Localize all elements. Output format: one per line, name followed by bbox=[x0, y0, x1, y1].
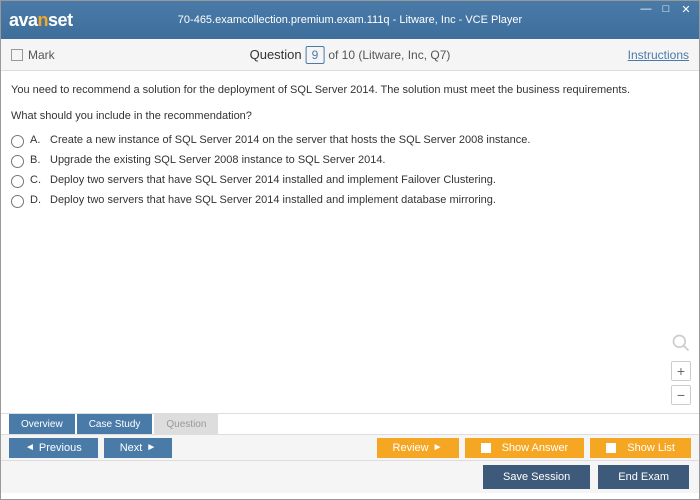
option-a-label: A. Create a new instance of SQL Server 2… bbox=[30, 134, 530, 146]
instructions-link[interactable]: Instructions bbox=[628, 48, 689, 62]
review-label: Review bbox=[393, 442, 429, 454]
next-label: Next bbox=[120, 442, 143, 454]
logo-prefix: ava bbox=[9, 10, 38, 30]
option-d-text: Deploy two servers that have SQL Server … bbox=[50, 194, 496, 206]
tab-question[interactable]: Question bbox=[154, 414, 218, 434]
logo-suffix: set bbox=[48, 10, 73, 30]
show-answer-button[interactable]: Show Answer bbox=[465, 438, 585, 458]
mark-label: Mark bbox=[28, 48, 55, 62]
nav-bar: ◄Previous Next► Review► Show Answer Show… bbox=[1, 435, 699, 461]
options-list: A. Create a new instance of SQL Server 2… bbox=[11, 134, 689, 208]
close-icon[interactable]: ✕ bbox=[679, 3, 693, 16]
option-a-letter: A. bbox=[30, 134, 44, 146]
question-number: 9 bbox=[306, 46, 325, 64]
previous-button[interactable]: ◄ Previous bbox=[9, 438, 98, 458]
window-title: 70-465.examcollection.premium.exam.111q … bbox=[178, 14, 522, 26]
bottom-bar: Save Session End Exam bbox=[1, 461, 699, 493]
search-icon[interactable] bbox=[671, 333, 691, 353]
tab-bar: Overview Case Study Question bbox=[1, 413, 699, 435]
option-d: D. Deploy two servers that have SQL Serv… bbox=[11, 194, 689, 208]
zoom-out-button[interactable]: − bbox=[671, 385, 691, 405]
option-d-radio[interactable] bbox=[11, 195, 24, 208]
option-b: B. Upgrade the existing SQL Server 2008 … bbox=[11, 154, 689, 168]
option-d-letter: D. bbox=[30, 194, 44, 206]
show-list-button[interactable]: Show List bbox=[590, 438, 691, 458]
review-button[interactable]: Review ► bbox=[377, 438, 459, 458]
minimize-icon[interactable]: — bbox=[639, 3, 653, 16]
option-c-label: C. Deploy two servers that have SQL Serv… bbox=[30, 174, 496, 186]
end-exam-button[interactable]: End Exam bbox=[598, 465, 689, 489]
tab-case-study[interactable]: Case Study bbox=[77, 414, 153, 434]
option-c-radio[interactable] bbox=[11, 175, 24, 188]
option-c-text: Deploy two servers that have SQL Server … bbox=[50, 174, 496, 186]
question-of: of 10 (Litware, Inc, Q7) bbox=[328, 48, 450, 62]
question-info: Question 9 of 10 (Litware, Inc, Q7) bbox=[250, 46, 451, 64]
previous-label: Previous bbox=[39, 442, 82, 454]
option-b-radio[interactable] bbox=[11, 155, 24, 168]
question-label: Question bbox=[250, 47, 302, 62]
option-a: A. Create a new instance of SQL Server 2… bbox=[11, 134, 689, 148]
checkbox-icon bbox=[481, 443, 491, 453]
checkbox-icon bbox=[606, 443, 616, 453]
question-text: You need to recommend a solution for the… bbox=[11, 83, 689, 98]
option-b-letter: B. bbox=[30, 154, 44, 166]
titlebar: avanset 70-465.examcollection.premium.ex… bbox=[1, 1, 699, 39]
window-controls: — □ ✕ bbox=[639, 3, 693, 16]
content-area: You need to recommend a solution for the… bbox=[1, 71, 699, 413]
option-b-text: Upgrade the existing SQL Server 2008 ins… bbox=[50, 154, 386, 166]
logo: avanset bbox=[9, 10, 73, 31]
mark-checkbox[interactable] bbox=[11, 49, 23, 61]
show-answer-label: Show Answer bbox=[502, 442, 569, 454]
save-session-button[interactable]: Save Session bbox=[483, 465, 590, 489]
option-c: C. Deploy two servers that have SQL Serv… bbox=[11, 174, 689, 188]
chevron-right-icon: ► bbox=[433, 442, 443, 453]
zoom-controls: + − bbox=[671, 333, 691, 405]
chevron-right-icon: ► bbox=[146, 442, 156, 453]
tab-overview[interactable]: Overview bbox=[9, 414, 75, 434]
maximize-icon[interactable]: □ bbox=[659, 3, 673, 16]
option-a-radio[interactable] bbox=[11, 135, 24, 148]
option-b-label: B. Upgrade the existing SQL Server 2008 … bbox=[30, 154, 386, 166]
next-button[interactable]: Next► bbox=[104, 438, 173, 458]
question-bar: Mark Question 9 of 10 (Litware, Inc, Q7)… bbox=[1, 39, 699, 71]
option-a-text: Create a new instance of SQL Server 2014… bbox=[50, 134, 530, 146]
option-c-letter: C. bbox=[30, 174, 44, 186]
zoom-in-button[interactable]: + bbox=[671, 361, 691, 381]
show-list-label: Show List bbox=[627, 442, 675, 454]
chevron-left-icon: ◄ bbox=[25, 442, 35, 453]
logo-accent: n bbox=[38, 10, 49, 30]
question-prompt: What should you include in the recommend… bbox=[11, 110, 689, 122]
option-d-label: D. Deploy two servers that have SQL Serv… bbox=[30, 194, 496, 206]
